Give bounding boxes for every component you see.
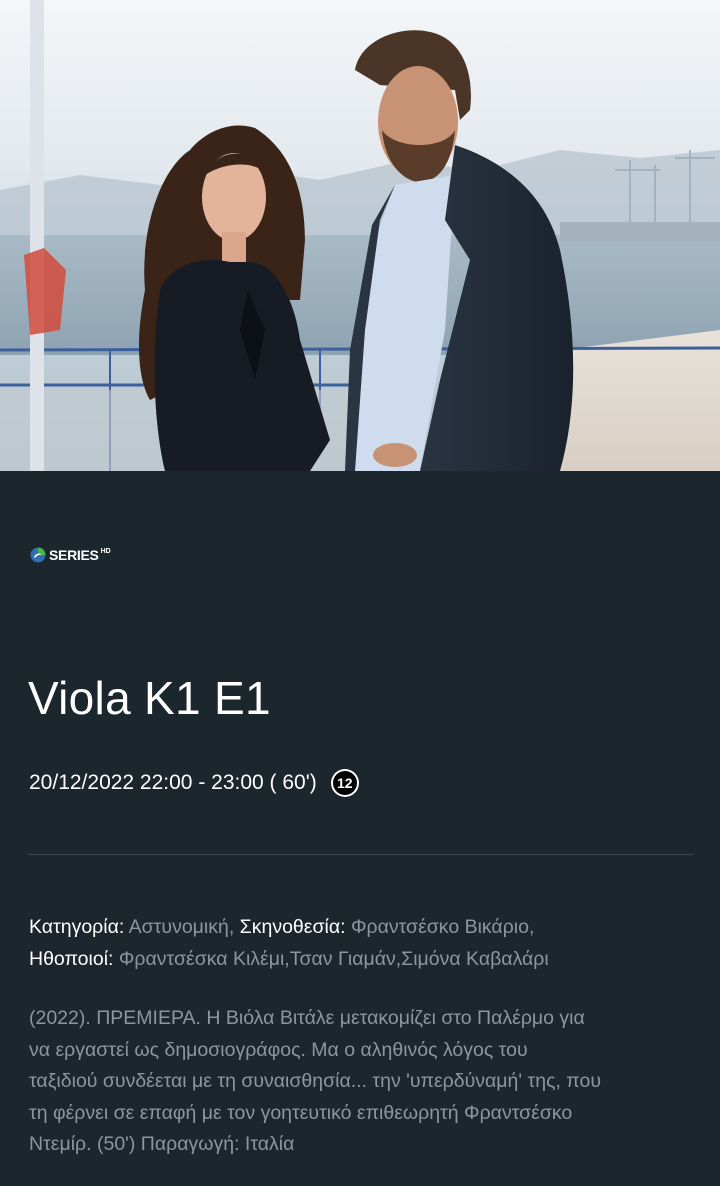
program-title: Viola K1 E1 (28, 672, 271, 724)
channel-name: SERIES (49, 547, 99, 563)
age-rating-badge: 12 (330, 769, 359, 797)
age-rating-value: 12 (332, 771, 357, 795)
credits-line-1: Κατηγορία: Αστυνομική, Σκηνοθεσία: Φραντ… (29, 911, 694, 943)
series-hd-logo-icon (30, 547, 46, 563)
divider (28, 854, 693, 855)
description-line: (2022). ΠΡΕΜΙΕΡΑ. Η Βιόλα Βιτάλε μετακομ… (29, 1007, 585, 1029)
channel-logo: SERIES HD (30, 545, 111, 565)
credits-line-2: Ηθοποιοί: Φραντσέσκα Κιλέμι,Τσαν Γιαμάν,… (29, 943, 694, 975)
description-line: τη φέρνει σε επαφή με τον γοητευτικό επι… (29, 1101, 573, 1124)
director-value: Φραντσέσκο Βικάριο, (350, 916, 535, 938)
channel-hd-badge: HD (100, 547, 111, 555)
hero-image (0, 0, 720, 471)
air-time: 20/12/2022 22:00 - 23:00 ( 60') (29, 771, 317, 794)
program-description: (2022). ΠΡΕΜΙΕΡΑ. Η Βιόλα Βιτάλε μετακομ… (29, 1003, 694, 1161)
cast-value: Φραντσέσκα Κιλέμι,Τσαν Γιαμάν,Σιμόνα Καβ… (118, 948, 549, 970)
category-value: Αστυνομική, (128, 916, 235, 938)
cast-label: Ηθοποιοί: (29, 948, 114, 970)
credits: Κατηγορία: Αστυνομική, Σκηνοθεσία: Φραντ… (29, 911, 694, 975)
promo-image (0, 0, 720, 471)
category-label: Κατηγορία: (29, 916, 125, 938)
description-line: να εργαστεί ως δημοσιογράφος. Μα ο αληθι… (29, 1038, 528, 1061)
director-label: Σκηνοθεσία: (239, 916, 346, 938)
description-line: Ντεμίρ. (50') Παραγωγή: Ιταλία (29, 1133, 295, 1155)
program-details: SERIES HD Viola K1 E1 20/12/2022 22:00 -… (0, 471, 720, 1186)
schedule-row: 20/12/2022 22:00 - 23:00 ( 60') 12 (29, 769, 359, 797)
description-line: ταξιδιού συνδέεται με τη συναισθησία... … (29, 1070, 601, 1092)
